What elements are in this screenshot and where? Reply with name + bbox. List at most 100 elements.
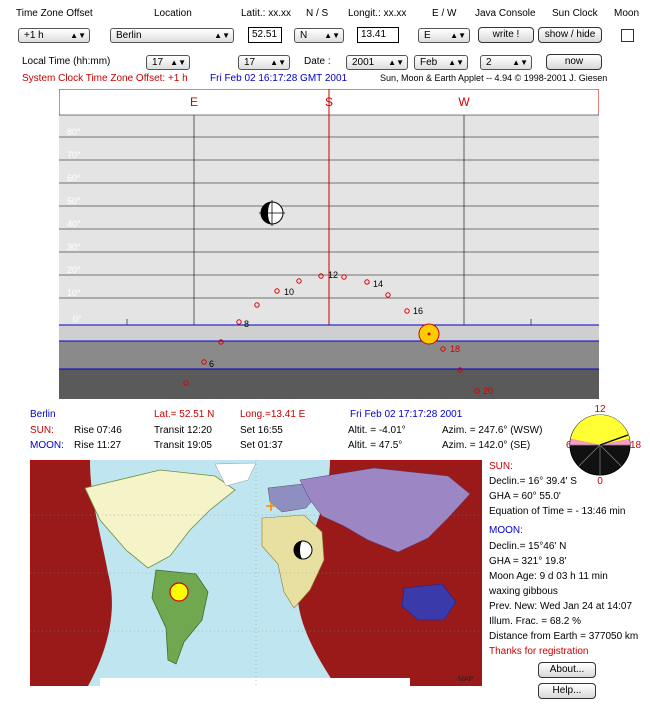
moon-distance: Distance from Earth = 377050 km (489, 631, 639, 642)
latitude-label: Latit.: xx.xx (241, 8, 292, 19)
city-name: Berlin (30, 409, 56, 420)
day-select[interactable]: 2 ▲▼ (480, 55, 532, 70)
write-button[interactable]: write ! (478, 27, 534, 43)
longitude-display: Long.=13.41 E (240, 409, 306, 420)
direction-south: S (325, 95, 333, 109)
hour-label: 6 (209, 359, 214, 369)
ew-label: E / W (432, 8, 457, 19)
moon-phase: waxing gibbous (489, 586, 558, 597)
select-arrows-icon: ▲▼ (70, 31, 86, 40)
latitude-display: Lat.= 52.51 N (154, 409, 215, 420)
sun-altitude: Altit. = -4.01° (348, 425, 406, 436)
sun-clock: 12 6 18 0 (566, 404, 642, 484)
night-band (59, 369, 599, 399)
hour-value: 17 (152, 57, 164, 68)
longitude-label: Longit.: xx.xx (348, 8, 407, 19)
illumination-fraction: Illum. Frac. = 68.2 % (489, 616, 581, 627)
sun-rise: Rise 07:46 (74, 425, 122, 436)
sun-declination: Declin.= 16° 39.4' S (489, 476, 577, 487)
moon-checkbox[interactable] (621, 29, 634, 42)
about-button[interactable]: About... (538, 662, 596, 678)
location-value: Berlin (116, 30, 142, 41)
ew-value: E (424, 30, 431, 41)
moon-age: Moon Age: 9 d 03 h 11 min (489, 571, 608, 582)
sun-clock-label-right: 18 (630, 440, 642, 451)
sun-row-label: SUN: (30, 425, 54, 436)
world-map: MAP (30, 460, 482, 686)
hour-label: 16 (413, 306, 423, 316)
moon-rise: Rise 11:27 (74, 440, 122, 451)
select-arrows-icon: ▲▼ (214, 31, 230, 40)
altitude-label: 60° (67, 173, 81, 183)
tz-offset-value: +1 h (24, 30, 44, 41)
moon-declination: Declin.= 15°46' N (489, 541, 567, 552)
altitude-label: 0° (73, 314, 82, 324)
antarctica (100, 678, 410, 686)
sun-set: Set 16:55 (240, 425, 283, 436)
day-value: 2 (486, 57, 492, 68)
altitude-label: 50° (67, 196, 81, 206)
sublunar-point-icon (293, 540, 313, 560)
altitude-label: 80° (67, 127, 81, 137)
hour-label: 20 (483, 386, 493, 396)
month-select[interactable]: Feb ▲▼ (414, 55, 468, 70)
sun-clock-dial (569, 414, 631, 476)
location-select[interactable]: Berlin ▲▼ (110, 28, 234, 43)
latitude-input[interactable]: 52.51 (248, 27, 282, 43)
date-label: Date : (304, 56, 331, 67)
moon-gha: GHA = 321° 19.8' (489, 556, 567, 567)
hour-label: 14 (373, 279, 383, 289)
hour-label: 18 (450, 344, 460, 354)
moon-row-label: MOON: (30, 440, 64, 451)
longitude-input[interactable]: 13.41 (357, 27, 399, 43)
help-button[interactable]: Help... (538, 683, 596, 699)
sun-clock-label-bottom: 0 (597, 476, 603, 484)
altitude-label: 20° (67, 265, 81, 275)
tz-offset-label: Time Zone Offset (16, 8, 93, 19)
ew-select[interactable]: E ▲▼ (418, 28, 470, 43)
sky-chart: E S W 80° 70° 60° 50° 40° 30° 20° 10° 0°… (59, 89, 599, 399)
equation-of-time: Equation of Time = - 13:46 min (489, 506, 626, 517)
select-arrows-icon: ▲▼ (324, 31, 340, 40)
moon-altitude: Altit. = 47.5° (348, 440, 403, 451)
sun-azimuth: Azim. = 247.6° (WSW) (442, 425, 543, 436)
ns-select[interactable]: N ▲▼ (294, 28, 344, 43)
local-time-label: Local Time (hh:mm) (22, 56, 111, 67)
year-select[interactable]: 2001 ▲▼ (346, 55, 408, 70)
moon-azimuth: Azim. = 142.0° (SE) (442, 440, 531, 451)
altitude-labels: 80° 70° 60° 50° 40° 30° 20° 10° 0° (67, 127, 82, 324)
civil-twilight-band (59, 325, 599, 341)
applet-credits: Sun, Moon & Earth Applet -- 4.94 © 1998-… (380, 73, 608, 83)
system-clock-offset: System Clock Time Zone Offset: +1 h (22, 73, 188, 84)
year-value: 2001 (352, 57, 375, 68)
java-console-label: Java Console (475, 8, 536, 19)
direction-east: E (190, 95, 198, 109)
nautical-twilight-band (59, 341, 599, 369)
select-arrows-icon: ▲▼ (448, 58, 464, 67)
hour-label: 8 (244, 319, 249, 329)
minute-select[interactable]: 17 ▲▼ (238, 55, 290, 70)
current-datetime: Fri Feb 02 17:17:28 2001 (350, 409, 463, 420)
map-watermark: MAP (458, 676, 474, 683)
altitude-label: 40° (67, 219, 81, 229)
sun-clock-label: Sun Clock (552, 8, 598, 19)
gmt-datetime: Fri Feb 02 16:17:28 GMT 2001 (210, 73, 348, 84)
moon-set: Set 01:37 (240, 440, 283, 451)
ns-label: N / S (306, 8, 329, 19)
side-sun-title: SUN: (489, 461, 513, 472)
show-hide-button[interactable]: show / hide (538, 27, 602, 43)
hour-select[interactable]: 17 ▲▼ (146, 55, 190, 70)
altitude-label: 30° (67, 242, 81, 252)
tz-offset-select[interactable]: +1 h ▲▼ (18, 28, 90, 43)
sun-gha: GHA = 60° 55.0' (489, 491, 561, 502)
sun-clock-label-top: 12 (594, 404, 606, 415)
select-arrows-icon: ▲▼ (512, 58, 528, 67)
select-arrows-icon: ▲▼ (388, 58, 404, 67)
altitude-label: 10° (67, 288, 81, 298)
moon-label: Moon (614, 8, 640, 19)
now-button[interactable]: now (546, 54, 602, 70)
sun-transit: Transit 12:20 (154, 425, 212, 436)
registration-notice: Thanks for registration (489, 646, 589, 657)
minute-value: 17 (244, 57, 256, 68)
location-label: Location (154, 8, 192, 19)
